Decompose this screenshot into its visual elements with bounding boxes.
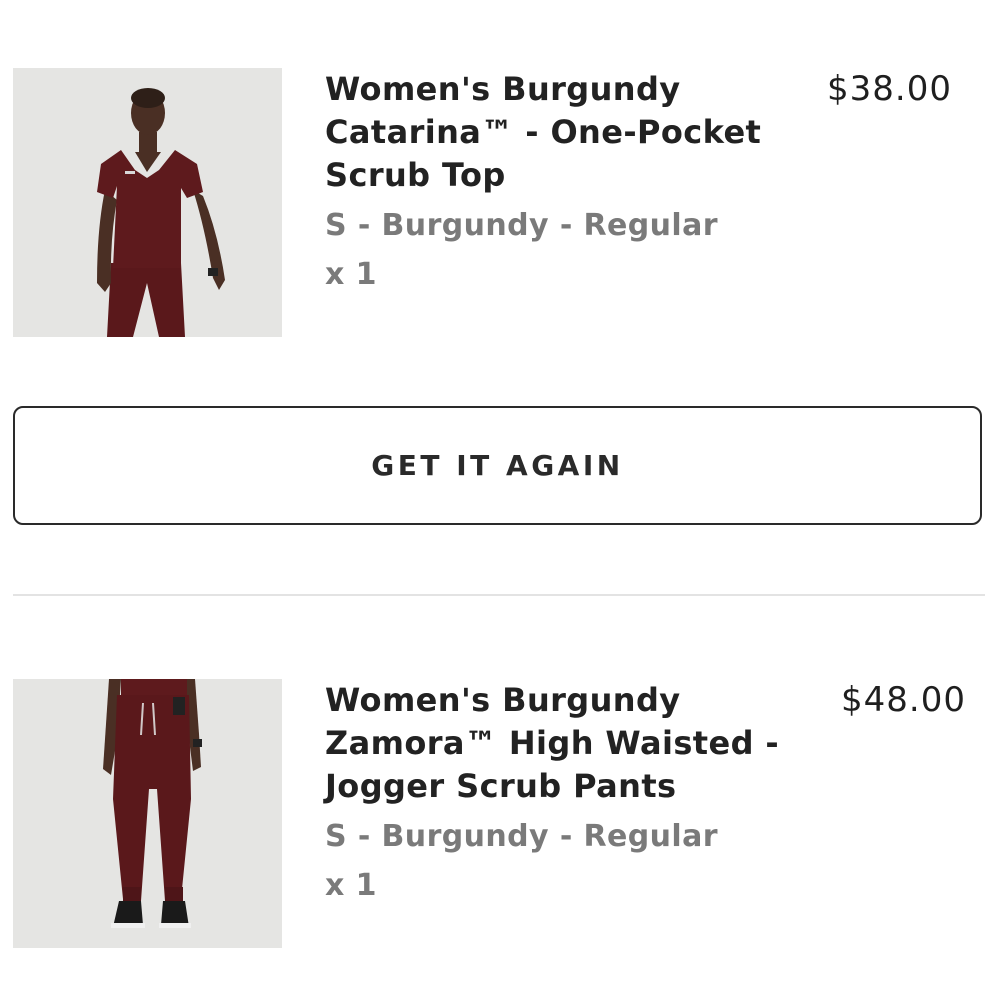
product-variant: S - Burgundy - Regular	[325, 208, 718, 243]
product-title-line: Women's Burgundy	[325, 681, 681, 719]
section-divider	[13, 594, 985, 596]
product-price: $38.00	[827, 69, 952, 109]
product-title[interactable]: Women's Burgundy Catarina™ - One-Pocket …	[325, 68, 795, 197]
order-item-scrub-top: Women's Burgundy Catarina™ - One-Pocket …	[0, 68, 1000, 338]
product-image-jogger-pants[interactable]	[13, 679, 282, 948]
get-it-again-button[interactable]: GET IT AGAIN	[13, 406, 982, 525]
product-quantity: x 1	[325, 868, 377, 903]
product-price: $48.00	[841, 680, 966, 720]
product-title-line: Women's Burgundy	[325, 70, 681, 108]
product-variant: S - Burgundy - Regular	[325, 819, 718, 854]
product-quantity: x 1	[325, 257, 377, 292]
jogger-pants-model-photo-icon	[13, 679, 282, 948]
order-items-page: Women's Burgundy Catarina™ - One-Pocket …	[0, 0, 1000, 1000]
product-info: Women's Burgundy Zamora™ High Waisted - …	[325, 679, 795, 906]
product-title-line: Scrub Top	[325, 156, 506, 194]
product-title[interactable]: Women's Burgundy Zamora™ High Waisted - …	[325, 679, 795, 808]
product-title-line: Catarina™ - One-Pocket	[325, 113, 762, 151]
product-info: Women's Burgundy Catarina™ - One-Pocket …	[325, 68, 795, 295]
product-image-scrub-top[interactable]	[13, 68, 282, 337]
product-title-line: Jogger Scrub Pants	[325, 767, 677, 805]
scrub-top-model-photo-icon	[13, 68, 282, 337]
order-item-jogger-pants: Women's Burgundy Zamora™ High Waisted - …	[0, 679, 1000, 949]
product-title-line: Zamora™ High Waisted -	[325, 724, 780, 762]
